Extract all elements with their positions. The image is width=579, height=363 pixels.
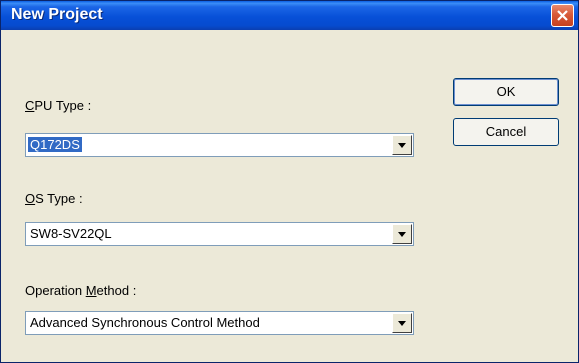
os-type-mnemonic: O: [25, 191, 36, 206]
close-button[interactable]: [551, 4, 574, 27]
os-type-select[interactable]: SW8-SV22QL: [25, 222, 414, 246]
window-title: New Project: [11, 6, 103, 23]
operation-method-select[interactable]: Advanced Synchronous Control Method: [25, 311, 414, 335]
operation-method-label-pre: Operation: [25, 283, 86, 298]
cpu-type-label-text: PU Type :: [34, 98, 92, 113]
ok-button[interactable]: OK: [453, 78, 559, 106]
os-type-dropdown-button[interactable]: [392, 224, 412, 244]
cpu-type-label: CPU Type :: [25, 98, 91, 113]
os-type-label: OS Type :: [25, 191, 83, 206]
cpu-type-mnemonic: C: [25, 98, 35, 113]
new-project-dialog: New Project CPU Type : Q172DS OS Type : …: [0, 0, 579, 363]
operation-method-mnemonic: M: [85, 283, 97, 298]
title-bar[interactable]: New Project: [1, 1, 578, 30]
chevron-down-icon: [398, 143, 406, 148]
os-type-value: SW8-SV22QL: [30, 226, 112, 241]
operation-method-value: Advanced Synchronous Control Method: [30, 315, 260, 330]
operation-method-dropdown-button[interactable]: [392, 313, 412, 333]
operation-method-label-text: ethod :: [96, 283, 137, 298]
operation-method-label: Operation Method :: [25, 283, 136, 298]
cancel-button[interactable]: Cancel: [453, 118, 559, 146]
cpu-type-dropdown-button[interactable]: [392, 135, 412, 155]
cpu-type-select[interactable]: Q172DS: [25, 133, 414, 157]
cpu-type-value: Q172DS: [28, 137, 82, 152]
chevron-down-icon: [398, 232, 406, 237]
close-icon: [557, 10, 568, 21]
os-type-label-text: S Type :: [35, 191, 83, 206]
chevron-down-icon: [398, 321, 406, 326]
